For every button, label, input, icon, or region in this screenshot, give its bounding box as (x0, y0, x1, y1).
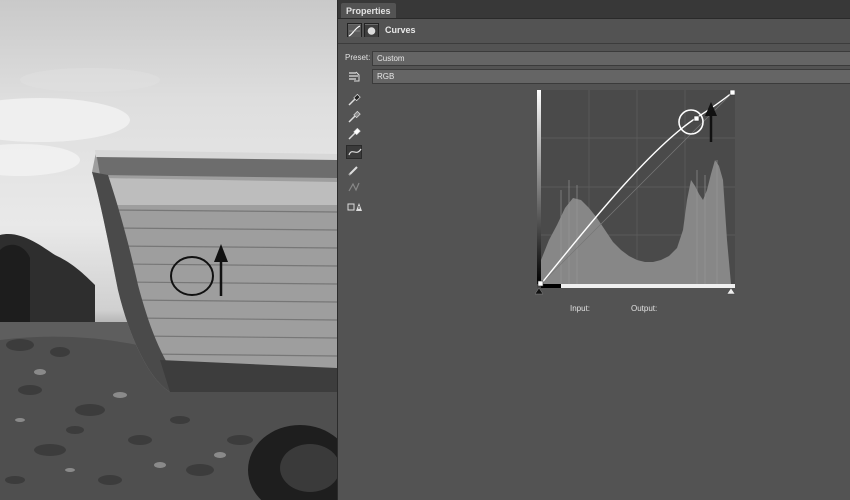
curve-point-shadow (537, 280, 544, 287)
eyedropper-black-icon[interactable] (346, 93, 362, 107)
curve-point-highlight (729, 89, 736, 96)
preset-value: Custom (377, 54, 405, 63)
layer-mask-icon[interactable] (364, 23, 379, 37)
preset-dropdown[interactable]: Custom (372, 51, 850, 66)
panel-tab-bar: Properties (338, 0, 850, 19)
input-label: Input: (570, 304, 591, 313)
photo-canvas (0, 0, 337, 500)
output-label: Output: (631, 304, 658, 313)
curve-point-midtone (693, 115, 700, 122)
panel-title: Curves (385, 25, 416, 35)
boat-photo (0, 68, 337, 500)
preset-label: Preset: (345, 53, 371, 62)
eyedropper-white-icon[interactable] (346, 127, 362, 141)
hand-target-adjustment-icon[interactable] (346, 69, 362, 83)
white-point-slider (726, 287, 736, 295)
panel-header: Curves (338, 19, 850, 44)
curves-graph[interactable] (537, 89, 736, 288)
curves-adjustment-icon[interactable] (347, 23, 362, 37)
tab-properties[interactable]: Properties (341, 3, 396, 18)
channel-value: RGB (377, 72, 395, 81)
output-gradient-bar (537, 90, 541, 284)
smooth-curve-icon[interactable] (346, 180, 362, 194)
properties-panel: Properties Curves Preset: Custom RGB Inp… (337, 0, 850, 500)
clipping-warning-icon[interactable] (346, 199, 362, 213)
pencil-draw-icon[interactable] (346, 163, 362, 177)
eyedropper-gray-icon[interactable] (346, 110, 362, 124)
channel-dropdown[interactable]: RGB (372, 69, 850, 84)
black-point-slider (535, 287, 544, 295)
curve-points-icon[interactable] (346, 145, 362, 159)
